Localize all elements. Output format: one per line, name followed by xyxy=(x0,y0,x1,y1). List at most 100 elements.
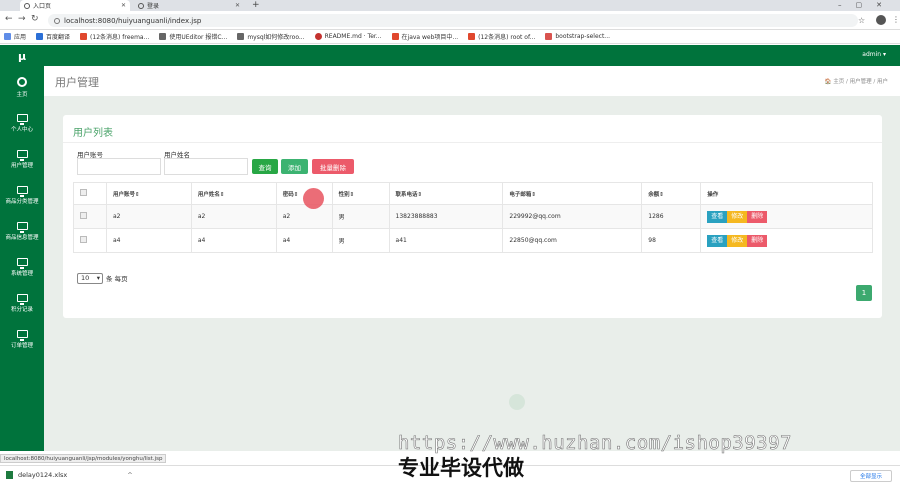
card-title: 用户列表 xyxy=(73,128,113,139)
user-list-card: 用户列表 用户账号 用户姓名 查询 添加 批量删除 用户账号⇕ 用户姓名⇕ 密码… xyxy=(63,115,882,318)
bookmark-item[interactable]: mysql如何修改roo... xyxy=(237,32,305,41)
user-table: 用户账号⇕ 用户姓名⇕ 密码⇕ 性别⇕ 联系电话⇕ 电子邮箱⇕ 余额⇕ 操作 a… xyxy=(73,182,873,253)
globe-icon xyxy=(24,2,30,9)
cell-account: a4 xyxy=(105,228,192,253)
show-all-button[interactable]: 全部显示 xyxy=(850,470,892,482)
bookmark-item[interactable]: 在java web项目中... xyxy=(391,32,458,41)
column-header[interactable]: 联系电话⇕ xyxy=(388,182,504,205)
bookmark-item[interactable]: 使用UEditor 报错C... xyxy=(159,32,227,41)
cell-actions: 查看 修改 删除 xyxy=(700,204,873,229)
gitee-icon xyxy=(314,33,322,40)
url-input[interactable]: localhost:8080/huiyuanguanli/index.jsp xyxy=(48,14,858,27)
bookmark-item[interactable]: README.md · Ter... xyxy=(314,33,382,40)
bookmark-star-icon[interactable]: ☆ xyxy=(858,16,865,25)
back-icon[interactable]: ← xyxy=(5,14,13,24)
browser-tab-home[interactable]: 入口页 ✕ xyxy=(20,0,130,11)
user-menu[interactable]: admin ▾ xyxy=(862,51,886,58)
reload-icon[interactable]: ↻ xyxy=(31,14,39,24)
address-bar: ← → ↻ localhost:8080/huiyuanguanli/index… xyxy=(0,11,900,30)
per-page-label: 条 每页 xyxy=(106,275,128,283)
watermark-text: 专业毕设代做 xyxy=(398,456,524,480)
cell-gender: 男 xyxy=(331,204,390,229)
delete-button[interactable]: 删除 xyxy=(747,210,768,223)
column-header[interactable]: 余额⇕ xyxy=(641,182,702,205)
info-icon xyxy=(54,17,60,24)
close-icon[interactable]: ✕ xyxy=(121,2,126,9)
column-header: 操作 xyxy=(700,182,873,205)
cell-password: a4 xyxy=(275,228,333,253)
sidebar-item-system[interactable]: 系统管理 xyxy=(0,249,44,285)
sidebar-item-orders[interactable]: 订单管理 xyxy=(0,321,44,357)
forward-icon[interactable]: → xyxy=(18,14,26,24)
add-button[interactable]: 添加 xyxy=(281,159,308,174)
divider xyxy=(63,142,882,143)
csdn-icon xyxy=(391,33,399,40)
account-input[interactable] xyxy=(77,158,161,175)
column-header[interactable]: 电子邮箱⇕ xyxy=(502,182,643,205)
column-header[interactable]: 用户姓名⇕ xyxy=(190,182,277,205)
new-tab-button[interactable]: + xyxy=(252,0,260,11)
window-controls[interactable]: –▢✕ xyxy=(838,0,896,11)
chevron-down-icon: ▾ xyxy=(96,274,100,282)
close-icon[interactable]: ✕ xyxy=(235,2,240,9)
bookmark-item[interactable]: (12条消息) freema... xyxy=(80,32,149,41)
cell-phone: 13823888883 xyxy=(388,204,504,229)
csdn-icon xyxy=(468,33,476,40)
globe-icon xyxy=(138,2,144,9)
browser-tab-login[interactable]: 登录 ✕ xyxy=(134,0,244,11)
view-button[interactable]: 查看 xyxy=(707,234,728,247)
bookmark-item[interactable]: 百度翻译 xyxy=(36,32,70,41)
sidebar-item-home[interactable]: 主页 xyxy=(0,69,44,105)
monitor-icon xyxy=(16,185,28,197)
cell-actions: 查看 修改 删除 xyxy=(700,228,873,253)
query-button[interactable]: 查询 xyxy=(252,159,278,174)
watermark-url: https://www.huzhan.com/ishop39397 xyxy=(398,432,792,455)
edit-button[interactable]: 修改 xyxy=(727,234,748,247)
main-content: 用户管理 🏠 主页 / 用户管理 / 用户 用户列表 用户账号 用户姓名 查询 … xyxy=(44,66,900,451)
edit-button[interactable]: 修改 xyxy=(727,210,748,223)
cell-name: a4 xyxy=(190,228,277,253)
table-row: a2 a2 a2 男 13823888883 229992@qq.com 128… xyxy=(73,204,873,229)
breadcrumb[interactable]: 🏠 主页 / 用户管理 / 用户 xyxy=(825,77,888,85)
page-button-1[interactable]: 1 xyxy=(856,285,872,301)
cell-password: a2 xyxy=(275,204,333,229)
loading-indicator xyxy=(509,394,525,410)
profile-avatar[interactable] xyxy=(876,15,886,25)
monitor-icon xyxy=(16,293,28,305)
name-input[interactable] xyxy=(164,158,248,175)
delete-button[interactable]: 删除 xyxy=(747,234,768,247)
row-checkbox[interactable] xyxy=(80,236,87,243)
dashboard-icon xyxy=(17,76,27,87)
cursor-highlight xyxy=(303,188,324,209)
sidebar-item-products[interactable]: 商品信息管理 xyxy=(0,213,44,249)
sidebar: μ 主页 个人中心 用户管理 商品分类管理 商品信息管理 系统管理 积分记录 订… xyxy=(0,45,44,451)
monitor-icon xyxy=(16,329,28,341)
cell-phone: a41 xyxy=(388,228,504,253)
select-all-checkbox[interactable] xyxy=(80,189,87,196)
cell-email: 229992@qq.com xyxy=(502,204,643,229)
sidebar-item-profile[interactable]: 个人中心 xyxy=(0,105,44,141)
table-row: a4 a4 a4 男 a41 22850@qq.com 98 查看 修改 删除 xyxy=(73,228,873,253)
table-header-row: 用户账号⇕ 用户姓名⇕ 密码⇕ 性别⇕ 联系电话⇕ 电子邮箱⇕ 余额⇕ 操作 xyxy=(73,182,873,205)
chevron-up-icon[interactable]: ^ xyxy=(127,471,132,479)
batch-delete-button[interactable]: 批量删除 xyxy=(312,159,354,174)
sidebar-item-points[interactable]: 积分记录 xyxy=(0,285,44,321)
column-header[interactable]: 性别⇕ xyxy=(331,182,390,205)
cell-email: 22850@qq.com xyxy=(502,228,643,253)
bookmark-item[interactable]: bootstrap-select... xyxy=(545,33,610,40)
view-button[interactable]: 查看 xyxy=(707,210,728,223)
browser-menu-icon[interactable]: ⋮ xyxy=(892,15,900,24)
cell-balance: 1286 xyxy=(641,204,702,229)
bookmark-item[interactable]: 应用 xyxy=(4,32,26,41)
app-logo: μ xyxy=(17,50,27,63)
browser-tab-bar: 入口页 ✕ 登录 ✕ + –▢✕ xyxy=(0,0,900,11)
sidebar-item-users[interactable]: 用户管理 xyxy=(0,141,44,177)
column-header[interactable]: 用户账号⇕ xyxy=(105,182,192,205)
sidebar-item-categories[interactable]: 商品分类管理 xyxy=(0,177,44,213)
monitor-icon xyxy=(16,221,28,233)
download-item[interactable]: delay0124.xlsx ^ xyxy=(6,471,133,479)
bookmark-item[interactable]: (12条消息) root of... xyxy=(468,32,535,41)
row-checkbox[interactable] xyxy=(80,212,87,219)
page-size-select[interactable]: 10 ▾ xyxy=(77,272,103,284)
cell-account: a2 xyxy=(105,204,192,229)
